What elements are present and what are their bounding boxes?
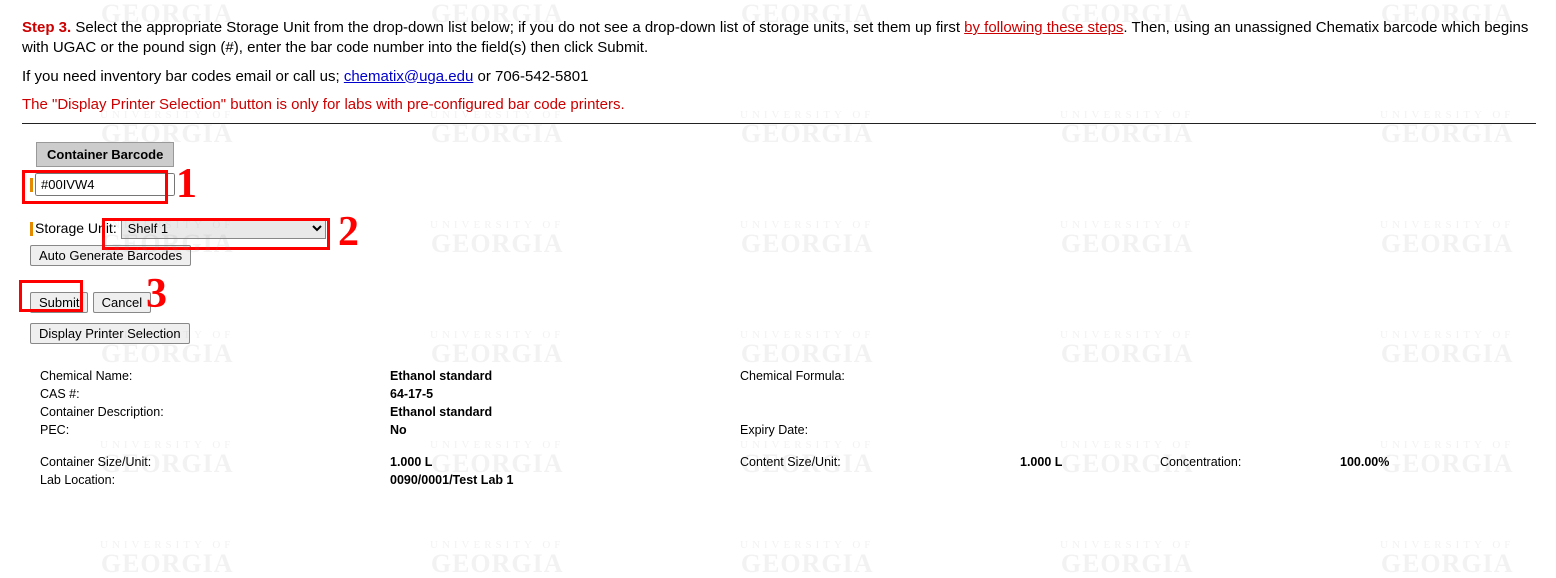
tick-icon — [30, 222, 33, 236]
chemical-details: Chemical Name: Ethanol standard Chemical… — [30, 366, 1399, 490]
cancel-button[interactable]: Cancel — [93, 292, 151, 313]
auto-generate-button[interactable]: Auto Generate Barcodes — [30, 245, 191, 266]
step-label: Step 3. — [22, 19, 71, 36]
barcode-input[interactable] — [35, 173, 175, 196]
step3-instructions: Step 3. Select the appropriate Storage U… — [22, 18, 1536, 59]
submit-button[interactable]: Submit — [30, 292, 88, 313]
storage-unit-select[interactable]: Shelf 1 — [121, 218, 326, 239]
printer-note: The "Display Printer Selection" button i… — [22, 95, 1536, 115]
tick-icon — [30, 178, 33, 192]
storage-unit-label: Storage Unit: — [35, 220, 117, 236]
divider — [22, 123, 1536, 124]
container-barcode-header: Container Barcode — [36, 142, 174, 167]
email-link[interactable]: chematix@uga.edu — [344, 68, 473, 85]
link-follow-steps[interactable]: by following these steps — [964, 19, 1123, 36]
display-printer-button[interactable]: Display Printer Selection — [30, 323, 190, 344]
help-line: If you need inventory bar codes email or… — [22, 67, 1536, 87]
